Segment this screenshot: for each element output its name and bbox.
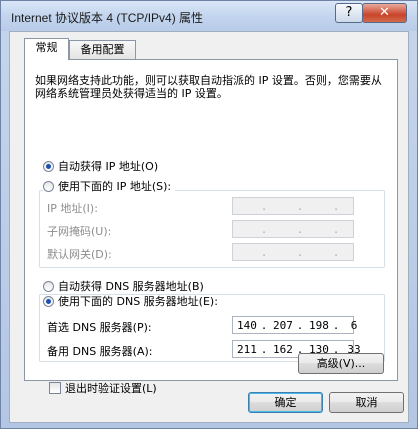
cancel-button[interactable]: 取消 xyxy=(329,392,404,413)
title-bar[interactable]: Internet 协议版本 4 (TCP/IPv4) 属性 ? ✕ xyxy=(1,1,417,31)
subnet-mask-label: 子网掩码(U): xyxy=(47,225,112,238)
ip-address-input: . . . xyxy=(232,197,354,215)
validate-on-exit-checkbox[interactable]: 退出时验证设置(L) xyxy=(49,382,157,396)
validate-on-exit-box[interactable] xyxy=(49,382,61,394)
radio-auto-dns-label: 自动获得 DNS 服务器地址(B) xyxy=(58,280,204,293)
ip-address-label: IP 地址(I): xyxy=(47,202,98,215)
radio-manual-ip-indicator[interactable] xyxy=(43,181,54,192)
advanced-button[interactable]: 高级(V)... xyxy=(298,353,384,374)
radio-auto-ip-indicator[interactable] xyxy=(43,161,54,172)
radio-auto-dns-indicator[interactable] xyxy=(43,281,54,292)
help-button[interactable]: ? xyxy=(335,3,363,23)
radio-manual-dns[interactable]: 使用下面的 DNS 服务器地址(E): xyxy=(43,295,222,309)
preferred-dns-octet-1[interactable]: 140 xyxy=(237,319,257,332)
tcpip-properties-dialog: Internet 协议版本 4 (TCP/IPv4) 属性 ? ✕ 常规 备用配… xyxy=(0,0,418,429)
description-text: 如果网络支持此功能，则可以获取自动指派的 IP 设置。否则，您需要从网络系统管理… xyxy=(35,74,382,100)
ok-button[interactable]: 确定 xyxy=(248,392,323,413)
radio-manual-ip-label: 使用下面的 IP 地址(S): xyxy=(58,180,172,193)
close-button[interactable]: ✕ xyxy=(362,3,407,23)
radio-manual-dns-indicator[interactable] xyxy=(43,296,54,307)
tab-alternate-configuration[interactable]: 备用配置 xyxy=(69,40,136,59)
radio-manual-ip[interactable]: 使用下面的 IP 地址(S): xyxy=(43,180,176,194)
radio-auto-ip[interactable]: 自动获得 IP 地址(O) xyxy=(43,160,158,174)
preferred-dns-octet-3[interactable]: 198 xyxy=(309,319,329,332)
dialog-client-area: 常规 备用配置 如果网络支持此功能，则可以获取自动指派的 IP 设置。否则，您需… xyxy=(9,31,409,423)
validate-on-exit-label: 退出时验证设置(L) xyxy=(65,382,157,395)
preferred-dns-label: 首选 DNS 服务器(P): xyxy=(47,321,152,334)
default-gateway-label: 默认网关(D): xyxy=(47,248,112,261)
preferred-dns-input[interactable]: 140. 207. 198. 6 xyxy=(232,316,357,334)
default-gateway-input: . . . xyxy=(232,243,354,261)
alternate-dns-label: 备用 DNS 服务器(A): xyxy=(47,345,153,358)
window-title: Internet 协议版本 4 (TCP/IPv4) 属性 xyxy=(11,11,204,25)
preferred-dns-octet-4[interactable]: 6 xyxy=(345,319,363,332)
radio-auto-dns[interactable]: 自动获得 DNS 服务器地址(B) xyxy=(43,280,204,294)
tab-general[interactable]: 常规 xyxy=(24,38,69,60)
radio-auto-ip-label: 自动获得 IP 地址(O) xyxy=(58,160,159,173)
preferred-dns-octet-2[interactable]: 207 xyxy=(273,319,293,332)
subnet-mask-input: . . . xyxy=(232,220,354,238)
alternate-dns-octet-1[interactable]: 211 xyxy=(237,343,257,356)
general-tab-panel: 如果网络支持此功能，则可以获取自动指派的 IP 设置。否则，您需要从网络系统管理… xyxy=(24,59,398,395)
alternate-dns-octet-2[interactable]: 162 xyxy=(273,343,293,356)
radio-manual-dns-label: 使用下面的 DNS 服务器地址(E): xyxy=(58,295,218,308)
